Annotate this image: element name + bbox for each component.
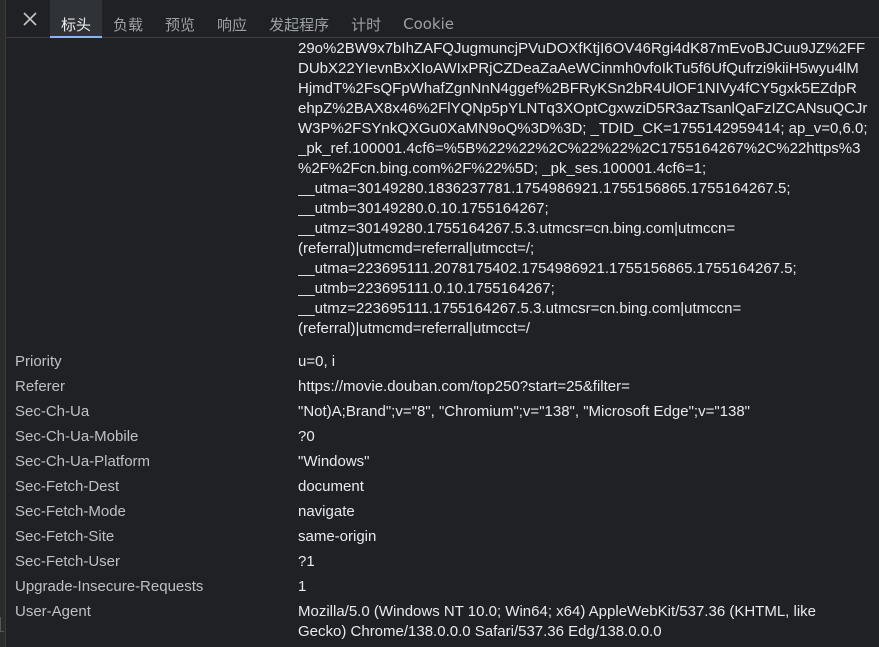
cookie-value-line: %2F%2Fcn.bing.com%2F%22%5D; _pk_ses.1000… [298,160,707,177]
cookie-value-line: __utmb=223695111.0.10.1755164267; [298,280,555,297]
header-value[interactable]: "Windows" [298,450,879,472]
header-name: Referer [15,378,66,395]
header-name: Sec-Fetch-User [15,553,121,570]
header-value[interactable]: 1 [298,575,879,597]
cookie-value-line: DUbX22YIevnBxXIoAWIxPRjCZDeaZaAeWCinmh0v… [298,60,859,77]
header-name: Sec-Ch-Ua [15,403,90,420]
header-row: Sec-Ch-Ua "Not)A;Brand";v="8", "Chromium"… [6,400,879,425]
cookie-value-line: __utma=30149280.1836237781.1754986921.17… [298,180,791,197]
cookie-value-line: 29o%2BW9x7bIhZAFQJugmuncjPVuDOXfKtjI6OV4… [298,40,866,57]
details-tab-bar: 标头 负载 预览 响应 发起程序 计时 Cookie [6,0,879,38]
header-row: Sec-Fetch-User ?1 [6,550,879,575]
headers-content: 0359%2Fzc3935VQ0%2B1Y1pWCZH%2BfoNd4SjpGT… [6,38,879,647]
panel-resize-mark [0,617,4,632]
cookie-value-line: HjmdT%2FsQFpWhafZgnNnN4ggef%2BFRyKSn2bR4… [298,80,857,97]
header-row: Referer https://movie.douban.com/top250?s… [6,375,879,400]
header-value[interactable]: "Not)A;Brand";v="8", "Chromium";v="138",… [298,400,879,422]
cookie-value-line: ehpZ%2BAX8x46%2FlYQNp5pYLNTq3XOptCgxwziD… [298,100,868,117]
request-headers-list: Priority u=0, i Referer https://movie.douba… [6,350,879,642]
header-row: Priority u=0, i [6,350,879,375]
tab-preview[interactable]: 预览 [154,0,206,38]
header-value[interactable]: u=0, i [298,350,879,372]
tab-payload[interactable]: 负载 [102,0,154,38]
header-value[interactable]: ?1 [298,550,879,572]
cookie-value-line: _pk_ref.100001.4cf6=%5B%22%22%2C%22%22%2… [298,140,861,157]
tab-initiator[interactable]: 发起程序 [258,0,340,38]
header-name: Sec-Ch-Ua-Platform [15,453,151,470]
header-name: Sec-Fetch-Site [15,528,115,545]
header-value[interactable]: Mozilla/5.0 (Windows NT 10.0; Win64; x64… [298,600,879,642]
header-row: Sec-Fetch-Dest document [6,475,879,500]
header-name: Sec-Fetch-Dest [15,478,120,495]
tab-cookies[interactable]: Cookie [392,0,465,38]
header-value[interactable]: navigate [298,500,879,522]
close-icon[interactable] [20,9,40,29]
header-name: Sec-Fetch-Mode [15,503,126,520]
header-row: User-Agent Mozilla/5.0 (Windows NT 10.0; … [6,600,879,642]
cookie-value-line: __utma=223695111.2078175402.1754986921.1… [298,260,797,277]
header-row: Sec-Fetch-Site same-origin [6,525,879,550]
header-row: Sec-Ch-Ua-Mobile ?0 [6,425,879,450]
header-name: Sec-Ch-Ua-Mobile [15,428,139,445]
tab-headers[interactable]: 标头 [50,0,103,38]
header-row: Sec-Fetch-Mode navigate [6,500,879,525]
header-value[interactable]: https://movie.douban.com/top250?start=25… [298,375,879,397]
header-value[interactable]: same-origin [298,525,879,547]
header-name: Upgrade-Insecure-Requests [15,578,204,595]
header-row: Upgrade-Insecure-Requests 1 [6,575,879,600]
cookie-value-line: W3P%2FSYnkQXGu0XaMN9oQ%3D%3D; _TDID_CK=1… [298,120,868,137]
header-value[interactable]: document [298,475,879,497]
cookie-value-line: __utmz=30149280.1755164267.5.3.utmcsr=cn… [298,220,736,237]
header-value[interactable]: ?0 [298,425,879,447]
cookie-value-line: __utmz=223695111.1755164267.5.3.utmcsr=c… [298,300,742,317]
header-name: Priority [15,353,62,370]
header-row: Sec-Ch-Ua-Platform "Windows" [6,450,879,475]
cookie-value-line: __utmb=30149280.0.10.1755164267; [298,200,549,217]
tabs: 标头 负载 预览 响应 发起程序 计时 Cookie [50,0,465,38]
cookie-value-line: (referral)|utmcmd=referral|utmcct=/ [298,320,531,337]
tab-timing[interactable]: 计时 [340,0,392,38]
cookie-header-value[interactable]: 0359%2Fzc3935VQ0%2B1Y1pWCZH%2BfoNd4SjpGT… [298,38,879,339]
tab-response[interactable]: 响应 [206,0,258,38]
header-name: User-Agent [15,603,91,620]
cookie-value-line: (referral)|utmcmd=referral|utmcct=/; [298,240,535,257]
